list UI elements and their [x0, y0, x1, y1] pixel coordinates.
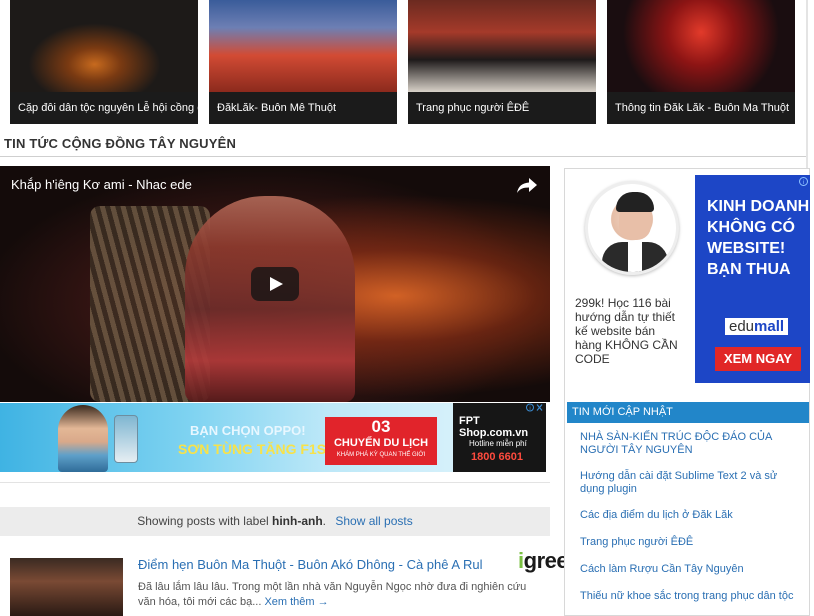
ad-offer-subtitle: KHÁM PHÁ KỲ QUAN THẾ GIỚI [336, 452, 426, 458]
edumall-logo-part2: mall [754, 318, 785, 335]
thumbnail-card[interactable]: ĐăkLăk- Buôn Mê Thuột [209, 0, 397, 124]
ad-brand-panel: FPT Shop.com.vn Hotline miễn phí 1800 66… [453, 403, 546, 472]
fpt-logo: FPT Shop.com.vn [459, 415, 529, 439]
sidebar-list-item[interactable]: Hướng dẫn cài đặt Sublime Text 2 và sử d… [565, 470, 811, 496]
ad-line2: SƠN TÙNG TẶNG F1S [178, 441, 327, 457]
thumbnail-caption[interactable]: ĐăkLăk- Buôn Mê Thuột [209, 92, 397, 124]
section-title: TIN TỨC CỘNG ĐỒNG TÂY NGUYÊN [4, 136, 237, 151]
thumbnail-image[interactable] [209, 0, 397, 92]
post-title[interactable]: Điểm hẹn Buôn Ma Thuột - Buôn Akó Dhông … [138, 557, 482, 572]
svg-text:i: i [803, 180, 804, 186]
label-name: hinh-anh [272, 514, 323, 528]
thumbnail-caption[interactable]: Trang phục người ÊĐÊ [408, 92, 596, 124]
ad-info-icon[interactable]: i [799, 177, 808, 186]
thumbnail-card[interactable]: Cặp đôi dân tộc nguyên Lễ hội cồng chiên… [10, 0, 198, 124]
play-button[interactable] [251, 267, 299, 301]
sidebar-list-item[interactable]: Cách làm Rượu Cần Tây Nguyên [565, 563, 811, 576]
video-title[interactable]: Khắp h'iêng Kơ ami - Nhac ede [11, 177, 192, 192]
ad-headline: KINH DOANH KHÔNG CÓ WEBSITE! BẠN THUA [707, 198, 810, 278]
avatar-shirt [628, 242, 642, 272]
ad-close-icon[interactable]: i [526, 403, 544, 412]
ad-offer-title: CHUYẾN DU LỊCH [333, 437, 429, 449]
ad-phone-image [114, 415, 138, 463]
thumbnail-image[interactable] [408, 0, 596, 92]
thumbnail-image[interactable] [10, 0, 198, 92]
label-suffix: . [322, 514, 327, 528]
post-snippet: Đã lâu lắm lâu lâu. Trong một lần nhà vă… [138, 580, 538, 610]
sidebar-list-item[interactable]: NHÀ SÀN-KIẾN TRÚC ĐỘC ĐÁO CỦA NGƯỜI TÂY … [565, 431, 811, 457]
post-snippet-text: Đã lâu lắm lâu lâu. Trong một lần nhà vă… [138, 581, 527, 608]
label-prefix: Showing posts with label [137, 514, 269, 528]
thumbnail-card[interactable]: Thông tin Đăk Lăk - Buôn Ma Thuột [607, 0, 795, 124]
thumbnail-caption[interactable]: Cặp đôi dân tộc nguyên Lễ hội cồng chiên… [10, 92, 198, 124]
ad-description[interactable]: 299k! Học 116 bài hướng dẫn tự thiết kế … [575, 296, 685, 366]
content-divider [0, 482, 550, 483]
page: Cặp đôi dân tộc nguyên Lễ hội cồng chiên… [0, 0, 814, 616]
read-more-link[interactable]: Xem thêm → [264, 596, 328, 608]
edumall-logo: edumall [725, 318, 789, 335]
post-thumbnail[interactable] [10, 558, 123, 616]
ad-offer-box: 03 CHUYẾN DU LỊCH KHÁM PHÁ KỲ QUAN THẾ G… [325, 417, 437, 465]
avatar-hair [616, 192, 654, 212]
section-divider [0, 156, 806, 157]
thumbnail-caption[interactable]: Thông tin Đăk Lăk - Buôn Ma Thuột [607, 92, 795, 124]
video-player[interactable]: Khắp h'iêng Kơ ami - Nhac ede [0, 166, 550, 402]
show-all-posts-link[interactable]: Show all posts [335, 514, 412, 528]
sidebar-heading: TIN MỚI CẬP NHẬT [567, 402, 809, 423]
ad-hotline-label: Hotline miễn phí [469, 439, 527, 448]
ad-hotline-number: 1800 6601 [471, 451, 523, 463]
share-icon[interactable] [516, 176, 538, 194]
thumbnail-card[interactable]: Trang phục người ÊĐÊ [408, 0, 596, 124]
sidebar-recent-list: NHÀ SÀN-KIẾN TRÚC ĐỘC ĐÁO CỦA NGƯỜI TÂY … [565, 431, 811, 603]
sidebar: 299k! Học 116 bài hướng dẫn tự thiết kế … [564, 168, 810, 616]
sidebar-list-item[interactable]: Trang phục người ÊĐÊ [565, 536, 811, 549]
sidebar-list-item[interactable]: Các địa điểm du lịch ở Đăk Lăk [565, 509, 811, 522]
ad-line1: BẠN CHỌN OPPO! [190, 423, 306, 438]
ad-cta-button[interactable]: XEM NGAY [715, 347, 801, 371]
ad-person-image [58, 405, 108, 472]
edumall-logo-part1: edu [729, 318, 755, 335]
label-status-bar: Showing posts with label hinh-anh. Show … [0, 507, 550, 536]
banner-ad[interactable]: BẠN CHỌN OPPO! SƠN TÙNG TẶNG F1S 03 CHUY… [0, 403, 546, 472]
ad-avatar[interactable] [585, 181, 679, 275]
thumbnail-image[interactable] [607, 0, 795, 92]
sidebar-list-item[interactable]: Thiếu nữ khoe sắc trong trang phục dân t… [565, 590, 811, 603]
svg-text:i: i [529, 406, 530, 412]
featured-thumbnails: Cặp đôi dân tộc nguyên Lễ hội cồng chiên… [0, 0, 814, 124]
sidebar-ad-panel[interactable]: KINH DOANH KHÔNG CÓ WEBSITE! BẠN THUA ed… [695, 175, 810, 383]
ad-offer-number: 03 [371, 417, 391, 436]
